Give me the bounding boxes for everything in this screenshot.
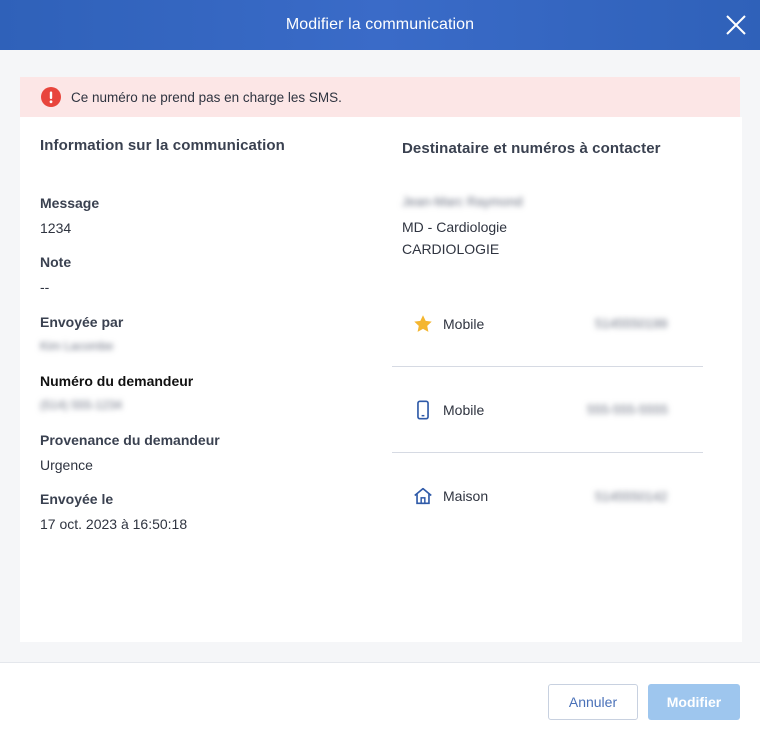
phone-number: 5145550199 xyxy=(595,316,668,331)
phone-row-home[interactable]: Maison 5145550142 xyxy=(392,453,703,539)
phone-row-mobile[interactable]: Mobile 555-555-5555 xyxy=(392,367,703,453)
mobile-phone-icon xyxy=(412,399,434,421)
cancel-button[interactable]: Annuler xyxy=(548,684,638,720)
dialog-header: Modifier la communication xyxy=(0,0,760,50)
field-requester-origin: Provenance du demandeur Urgence xyxy=(40,432,220,473)
field-value: Kim Lacombe xyxy=(40,339,114,353)
communication-panel: Information sur la communication Message… xyxy=(20,117,742,642)
dialog-title: Modifier la communication xyxy=(285,16,475,33)
close-button[interactable] xyxy=(722,11,750,39)
field-label: Note xyxy=(40,254,72,270)
phone-row-mobile-favorite[interactable]: Mobile 5145550199 xyxy=(392,281,703,367)
field-label: Provenance du demandeur xyxy=(40,432,220,448)
field-note: Note -- xyxy=(40,254,71,295)
phone-type: Mobile xyxy=(443,315,485,332)
info-section-title: Information sur la communication xyxy=(40,137,285,154)
dialog-footer: Annuler Modifier xyxy=(0,662,760,739)
field-value: -- xyxy=(40,279,50,295)
recipient-name: Jean-Marc Raymond xyxy=(402,194,523,209)
sms-warning-alert: Ce numéro ne prend pas en charge les SMS… xyxy=(20,77,740,117)
close-icon xyxy=(726,15,746,35)
field-sent-by: Envoyée par Kim Lacombe xyxy=(40,314,123,353)
phone-number: 5145550142 xyxy=(595,488,668,504)
field-value: Urgence xyxy=(40,457,93,473)
phone-number: 555-555-5555 xyxy=(587,402,668,417)
field-requester-number: Numéro du demandeur (514) 555-1234 xyxy=(40,373,193,412)
field-sent-on: Envoyée le 17 oct. 2023 à 16:50:18 xyxy=(40,491,187,532)
field-label: Envoyée par xyxy=(40,314,124,330)
field-value: 17 oct. 2023 à 16:50:18 xyxy=(40,516,188,532)
field-message: Message 1234 xyxy=(40,195,99,236)
alert-message: Ce numéro ne prend pas en charge les SMS… xyxy=(71,89,342,105)
field-label: Envoyée le xyxy=(40,491,114,507)
star-icon xyxy=(412,313,434,335)
recipient-section-title: Destinataire et numéros à contacter xyxy=(402,140,661,157)
error-icon xyxy=(41,87,61,107)
field-label: Numéro du demandeur xyxy=(40,373,194,389)
field-value: (514) 555-1234 xyxy=(40,398,123,412)
recipient-department: CARDIOLOGIE xyxy=(402,241,500,257)
recipient-role: MD - Cardiologie xyxy=(402,219,508,235)
phone-type: Mobile xyxy=(443,401,485,418)
save-button[interactable]: Modifier xyxy=(648,684,740,720)
field-value: 1234 xyxy=(40,220,72,236)
phone-type: Maison xyxy=(443,488,489,504)
home-icon xyxy=(412,485,434,507)
field-label: Message xyxy=(40,195,100,211)
